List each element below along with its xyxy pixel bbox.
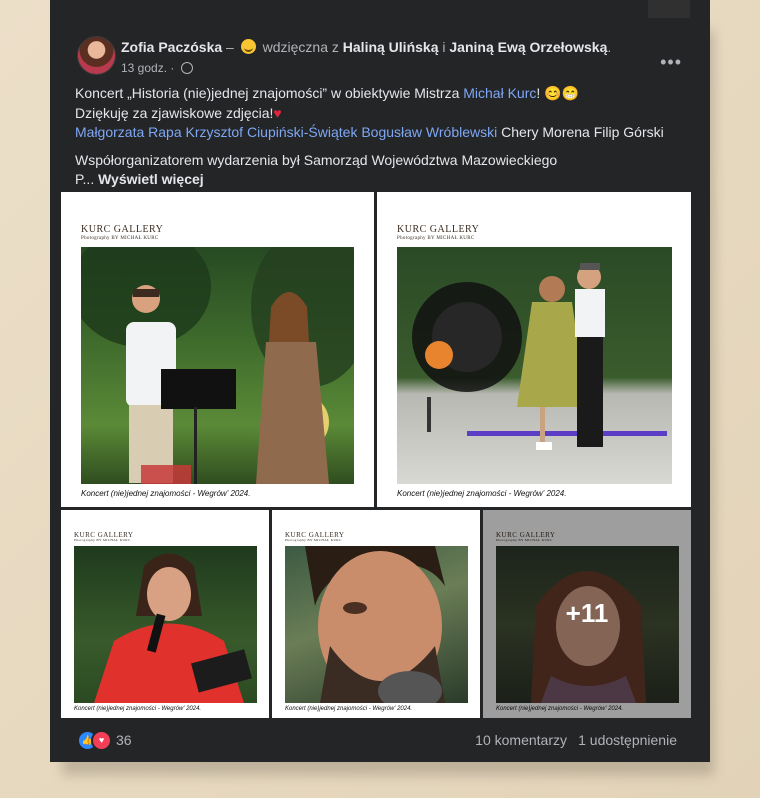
emoji-pair: 😊😁 bbox=[544, 85, 580, 101]
facebook-post: Zofia Paczóska – wdzięczna z Haliną Uliń… bbox=[50, 18, 710, 762]
tagged-person-2[interactable]: Janiną Ewą Orzełowską bbox=[449, 39, 607, 55]
ellipsis-icon[interactable]: ••• bbox=[660, 52, 682, 73]
text-segment: Koncert „Historia (nie)jednej znajomości… bbox=[75, 85, 464, 101]
photo-grid: KURC GALLERY Photography BY MICHAŁ KURC bbox=[61, 192, 691, 718]
heart-icon: ♥ bbox=[273, 104, 282, 121]
globe-icon bbox=[180, 62, 193, 74]
text-segment: P... bbox=[75, 171, 99, 187]
post-text-line-4: Współorganizatorem wydarzenia był Samorz… bbox=[75, 151, 558, 168]
photo-tile-3[interactable]: KURC GALLERY Photography BY MICHAŁ KURC … bbox=[61, 510, 269, 718]
gallery-subtitle: Photography BY MICHAŁ KURC bbox=[74, 538, 131, 542]
post-text-line-1: Koncert „Historia (nie)jednej znajomości… bbox=[75, 84, 695, 104]
love-icon: ♥ bbox=[91, 730, 112, 751]
tag-end: . bbox=[607, 39, 612, 55]
avatar[interactable] bbox=[77, 36, 116, 75]
gallery-title: KURC GALLERY bbox=[81, 224, 164, 235]
singer-closeup-photo bbox=[285, 546, 468, 703]
text-segment: Chery Morena Filip Górski bbox=[497, 124, 664, 140]
feeling-text: wdzięczna z bbox=[262, 39, 339, 55]
author-name[interactable]: Zofia Paczóska bbox=[121, 39, 222, 55]
photo-caption: Koncert (nie)jednej znajomości - Wegrów'… bbox=[285, 706, 413, 712]
speaker-photo-art bbox=[94, 553, 252, 703]
dance-photo-art bbox=[412, 263, 667, 450]
mention-links[interactable]: Małgorzata Rapa Krzysztof Ciupiński-Świą… bbox=[75, 124, 497, 140]
post-text-line-3: Małgorzata Rapa Krzysztof Ciupiński-Świą… bbox=[75, 123, 695, 143]
photo-caption: Koncert (nie)jednej znajomości - Wegrów'… bbox=[74, 706, 202, 712]
more-photos-overlay[interactable]: +11 bbox=[483, 510, 691, 718]
speaker-photo bbox=[74, 546, 257, 703]
see-more-link[interactable]: Wyświetl więcej bbox=[98, 171, 204, 187]
gallery-title: KURC GALLERY bbox=[397, 224, 480, 235]
photo-tile-5[interactable]: KURC GALLERY Photography BY MICHAŁ KURC … bbox=[483, 510, 691, 718]
post-text: Koncert „Historia (nie)jednej znajomości… bbox=[75, 84, 695, 190]
photo-caption: Koncert (nie)jednej znajomości - Wegrów'… bbox=[397, 489, 567, 498]
photo-tile-1[interactable]: KURC GALLERY Photography BY MICHAŁ KURC bbox=[61, 192, 374, 507]
concert-photo bbox=[81, 247, 354, 484]
post-text-line-5: P... Wyświetl więcej bbox=[75, 170, 695, 190]
gallery-subtitle: Photography BY MICHAŁ KURC bbox=[285, 538, 342, 542]
photo-caption: Koncert (nie)jednej znajomości - Wegrów'… bbox=[81, 489, 251, 498]
gallery-subtitle: Photography BY MICHAŁ KURC bbox=[397, 236, 475, 241]
reactions-count[interactable]: 36 bbox=[116, 732, 132, 748]
meta-separator: · bbox=[170, 61, 175, 75]
text-segment: Dziękuję za zjawiskowe zdjęcia! bbox=[75, 104, 274, 121]
post-text-line-2: Dziękuję za zjawiskowe zdjęcia!♥ bbox=[75, 104, 695, 124]
text-segment: ! bbox=[536, 85, 545, 101]
more-photos-count: +11 bbox=[565, 598, 609, 628]
post-meta: 13 godz. · bbox=[121, 61, 193, 75]
feeling-prefix: – bbox=[226, 39, 234, 55]
singer-closeup-art bbox=[305, 546, 445, 703]
tagged-person-1[interactable]: Haliną Ulińską bbox=[343, 39, 439, 55]
smile-emoji-icon bbox=[240, 39, 256, 54]
author-line: Zofia Paczóska – wdzięczna z Haliną Uliń… bbox=[121, 39, 611, 55]
dance-photo bbox=[397, 247, 672, 484]
previous-post-edge bbox=[50, 0, 710, 22]
tag-connector: i bbox=[442, 39, 446, 55]
photo-tile-4[interactable]: KURC GALLERY Photography BY MICHAŁ KURC … bbox=[272, 510, 480, 718]
concert-photo-art bbox=[81, 247, 354, 484]
mention-link[interactable]: Michał Kurc bbox=[463, 85, 536, 101]
comments-count[interactable]: 10 komentarzy bbox=[475, 732, 567, 748]
photo-tile-2[interactable]: KURC GALLERY Photography BY MICHAŁ KURC bbox=[377, 192, 691, 507]
post-time[interactable]: 13 godz. bbox=[121, 61, 167, 75]
shares-count[interactable]: 1 udostępnienie bbox=[578, 732, 677, 748]
post-footer: 👍 ♥ 36 10 komentarzy 1 udostępnienie bbox=[50, 718, 710, 762]
gallery-subtitle: Photography BY MICHAŁ KURC bbox=[81, 236, 159, 241]
